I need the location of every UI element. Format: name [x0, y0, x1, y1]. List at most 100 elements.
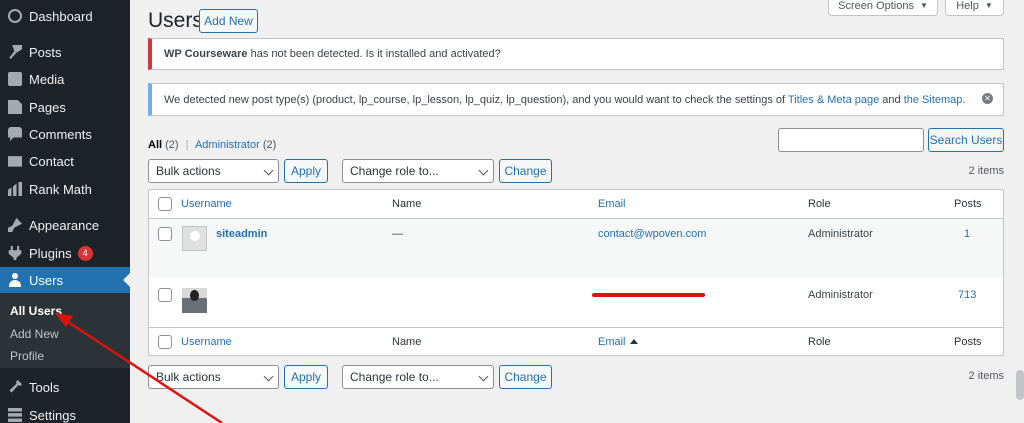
search-input[interactable]: [778, 128, 924, 152]
sidebar-item-label: Plugins: [29, 245, 72, 261]
notice-info-text: We detected new post type(s) (product, l…: [164, 93, 788, 106]
mail-icon: [8, 156, 22, 167]
notice-info-and: and: [879, 93, 904, 106]
sidebar-item-label: Appearance: [29, 217, 100, 233]
table-footer: Username Name Email Role Posts: [149, 327, 1003, 356]
change-role-value: Change role to...: [350, 370, 439, 384]
sort-ascending-icon: [629, 339, 638, 344]
column-posts: Posts: [954, 336, 982, 348]
chevron-down-icon: [263, 165, 274, 176]
column-role: Role: [808, 198, 831, 210]
row-checkbox[interactable]: [158, 288, 172, 302]
sidebar-item-contact[interactable]: Contact: [0, 148, 130, 174]
column-email-sorted[interactable]: Email: [598, 336, 638, 348]
sidebar-item-label: Contact: [29, 153, 74, 169]
filter-all[interactable]: All: [148, 139, 162, 151]
screen-options-button[interactable]: Screen Options ▼: [828, 0, 938, 16]
row-checkbox[interactable]: [158, 227, 172, 241]
avatar: [182, 226, 207, 251]
sidebar-item-label: Rank Math: [29, 181, 92, 197]
select-all-checkbox[interactable]: [158, 197, 172, 211]
submenu-add-new[interactable]: Add New: [10, 327, 59, 341]
sidebar-item-label: Posts: [29, 44, 62, 60]
user-name: —: [392, 228, 403, 240]
sidebar-item-comments[interactable]: Comments: [0, 121, 130, 147]
sidebar-item-media[interactable]: Media: [0, 66, 130, 92]
search-users-button[interactable]: Search Users: [928, 128, 1004, 152]
user-role: Administrator: [808, 289, 873, 301]
sidebar-item-label: Users: [29, 272, 63, 288]
redaction-line: [592, 293, 705, 297]
pin-icon: [9, 45, 22, 59]
table-header: Username Name Email Role Posts: [149, 190, 1003, 219]
change-button-bottom[interactable]: Change: [499, 365, 552, 389]
users-submenu: All Users Add New Profile: [0, 293, 130, 368]
user-email[interactable]: contact@wpoven.com: [598, 228, 706, 240]
filter-admin-count: (2): [262, 139, 277, 151]
table-row: Administrator 713: [149, 279, 1003, 327]
bulk-actions-select-bottom[interactable]: Bulk actions: [148, 365, 279, 389]
apply-button[interactable]: Apply: [284, 159, 328, 183]
sidebar-item-label: Pages: [29, 99, 66, 115]
user-username[interactable]: siteadmin: [216, 228, 267, 240]
screen-options-label: Screen Options: [838, 0, 914, 12]
sidebar-item-label: Tools: [29, 379, 60, 395]
column-email-label: Email: [598, 336, 626, 348]
info-notice: We detected new post type(s) (product, l…: [148, 83, 1004, 116]
user-posts-count[interactable]: 713: [958, 289, 976, 301]
notice-error-text: has not been detected. Is it installed a…: [247, 48, 501, 60]
chevron-down-icon: ▼: [984, 1, 993, 10]
role-filters: All (2) | Administrator (2): [148, 139, 276, 151]
filter-administrator[interactable]: Administrator: [195, 139, 260, 151]
plug-icon: [8, 246, 22, 260]
plugins-update-badge: 4: [77, 245, 93, 261]
sitemap-link[interactable]: the Sitemap: [904, 94, 963, 106]
media-icon: [8, 72, 22, 86]
column-username[interactable]: Username: [181, 336, 232, 348]
wrench-icon: [9, 380, 22, 393]
submenu-profile[interactable]: Profile: [10, 349, 44, 363]
change-role-select-bottom[interactable]: Change role to...: [342, 365, 494, 389]
notice-plugin-name: WP Courseware: [164, 48, 248, 60]
sidebar-item-label: Dashboard: [29, 8, 93, 24]
add-new-button[interactable]: Add New: [199, 9, 258, 33]
sidebar-item-posts[interactable]: Posts: [0, 39, 130, 65]
column-email[interactable]: Email: [598, 198, 626, 210]
chevron-down-icon: ▼: [919, 1, 928, 10]
chart-icon: [8, 182, 22, 196]
sidebar-item-plugins[interactable]: Plugins 4: [0, 240, 130, 266]
chevron-down-icon: [478, 371, 489, 382]
sidebar-item-rank-math[interactable]: Rank Math: [0, 176, 130, 202]
pages-icon: [8, 100, 22, 114]
filter-separator: |: [185, 139, 189, 151]
select-all-checkbox[interactable]: [158, 335, 172, 349]
scrollbar[interactable]: [1016, 370, 1024, 400]
change-role-value: Change role to...: [350, 164, 439, 178]
page-title: Users: [148, 9, 203, 32]
change-role-select[interactable]: Change role to...: [342, 159, 494, 183]
sidebar-item-label: Comments: [29, 126, 92, 142]
sidebar-item-users[interactable]: Users: [0, 267, 130, 293]
bulk-actions-value: Bulk actions: [156, 370, 221, 384]
apply-button-bottom[interactable]: Apply: [284, 365, 328, 389]
column-name: Name: [392, 336, 422, 348]
items-count: 2 items: [968, 165, 1004, 177]
sidebar-item-dashboard[interactable]: Dashboard: [0, 3, 130, 29]
user-posts-count[interactable]: 1: [964, 228, 970, 240]
submenu-all-users[interactable]: All Users: [10, 304, 62, 318]
items-count-bottom: 2 items: [968, 370, 1004, 382]
change-button[interactable]: Change: [499, 159, 552, 183]
sidebar-item-pages[interactable]: Pages: [0, 94, 130, 120]
sidebar-item-label: Media: [29, 71, 65, 87]
sidebar-item-tools[interactable]: Tools: [0, 374, 130, 400]
dismiss-icon[interactable]: ✕: [982, 93, 993, 104]
help-button[interactable]: Help ▼: [945, 0, 1004, 16]
sidebar-item-appearance[interactable]: Appearance: [0, 212, 130, 238]
dashboard-icon: [8, 9, 22, 23]
column-username[interactable]: Username: [181, 198, 232, 210]
user-icon: [8, 273, 22, 287]
titles-meta-link[interactable]: Titles & Meta page: [788, 94, 879, 106]
sidebar-item-settings[interactable]: Settings: [0, 402, 130, 423]
bulk-actions-select[interactable]: Bulk actions: [148, 159, 279, 183]
bulk-actions-value: Bulk actions: [156, 164, 221, 178]
